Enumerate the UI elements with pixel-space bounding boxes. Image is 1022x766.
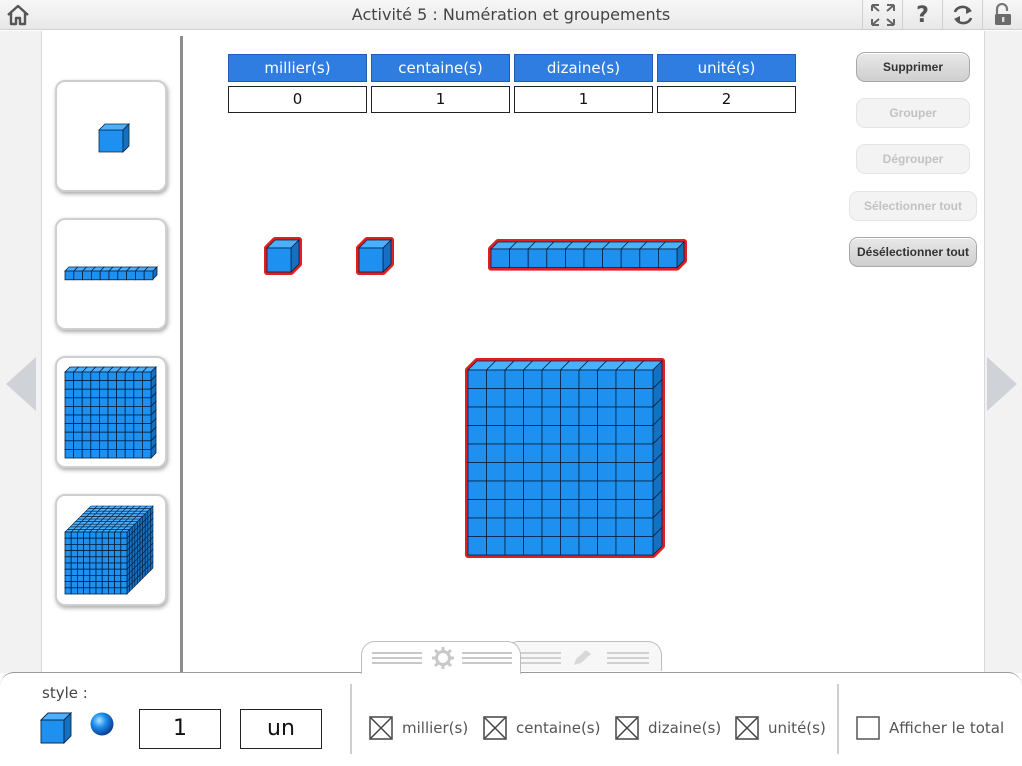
ten-rod-icon [64, 266, 158, 281]
deselect-all-button[interactable]: Désélectionner tout [849, 237, 977, 267]
checkbox-show-total[interactable] [856, 716, 880, 740]
group-button[interactable]: Grouper [856, 98, 970, 128]
select-all-button[interactable]: Sélectionner tout [849, 191, 977, 221]
number-word-field[interactable]: un [240, 709, 322, 749]
hundred-flat-icon [64, 366, 157, 459]
palette-hundred-flat[interactable] [55, 356, 167, 468]
canvas-hundred-flat[interactable] [462, 358, 670, 564]
checkbox-units[interactable] [735, 716, 759, 740]
value-units: 2 [657, 86, 796, 113]
canvas-unit-cube[interactable] [262, 237, 304, 275]
checkbox-label-hundreds: centaine(s) [516, 719, 601, 737]
right-gutter [984, 31, 1022, 673]
unlock-icon [994, 3, 1011, 25]
palette-thousand-cube[interactable] [55, 494, 167, 606]
help-button[interactable]: ? [902, 0, 942, 30]
fullscreen-button[interactable] [862, 0, 902, 30]
palette-separator [180, 36, 183, 673]
style-label: style : [42, 684, 88, 702]
checkbox-label-thousands: millier(s) [402, 719, 469, 737]
checkbox-hundreds[interactable] [483, 716, 507, 740]
value-hundreds: 1 [371, 86, 510, 113]
number-value-field[interactable]: 1 [139, 709, 221, 749]
value-thousands: 0 [228, 86, 367, 113]
thousand-cube-icon [64, 505, 154, 595]
title-bar: Activité 5 : Numération et groupements ? [0, 0, 1022, 30]
checkbox-label-units: unité(s) [768, 719, 826, 737]
header-tens: dizaine(s) [514, 54, 653, 82]
lock-button[interactable] [982, 0, 1022, 30]
title-bar-tools: ? [862, 0, 1022, 30]
checkbox-thousands[interactable] [369, 716, 393, 740]
header-units: unité(s) [657, 54, 796, 82]
sphere-style-icon[interactable] [89, 711, 115, 737]
canvas-unit-cube[interactable] [354, 237, 396, 275]
delete-button[interactable]: Supprimer [856, 52, 970, 82]
checkbox-label-show-total: Afficher le total [889, 719, 1005, 737]
app-window: Activité 5 : Numération et groupements ? [0, 0, 1022, 766]
cube-style-icon[interactable] [38, 709, 74, 745]
home-button[interactable] [4, 3, 32, 27]
home-icon [7, 4, 29, 26]
unit-cube-icon [98, 123, 130, 153]
header-thousands: millier(s) [228, 54, 367, 82]
left-gutter [0, 31, 42, 673]
fullscreen-icon [870, 4, 895, 26]
checkbox-tens[interactable] [615, 716, 639, 740]
help-icon: ? [916, 2, 929, 28]
tab-settings[interactable] [361, 641, 521, 674]
value-tens: 1 [514, 86, 653, 113]
tab-edit[interactable] [504, 641, 662, 671]
header-hundreds: centaine(s) [371, 54, 510, 82]
checkbox-label-tens: dizaine(s) [648, 719, 722, 737]
pencil-icon [574, 650, 591, 665]
ungroup-button[interactable]: Dégrouper [856, 144, 970, 174]
canvas-ten-rod[interactable] [487, 238, 693, 276]
arrow-right-icon[interactable] [985, 355, 1019, 413]
palette-ten-rod[interactable] [55, 218, 167, 330]
refresh-button[interactable] [942, 0, 982, 30]
refresh-icon [953, 5, 972, 25]
palette-unit-cube[interactable] [55, 80, 167, 192]
gear-icon [432, 647, 454, 669]
bottom-separator [350, 684, 352, 754]
bottom-separator [837, 684, 839, 754]
arrow-left-icon[interactable] [4, 355, 38, 413]
